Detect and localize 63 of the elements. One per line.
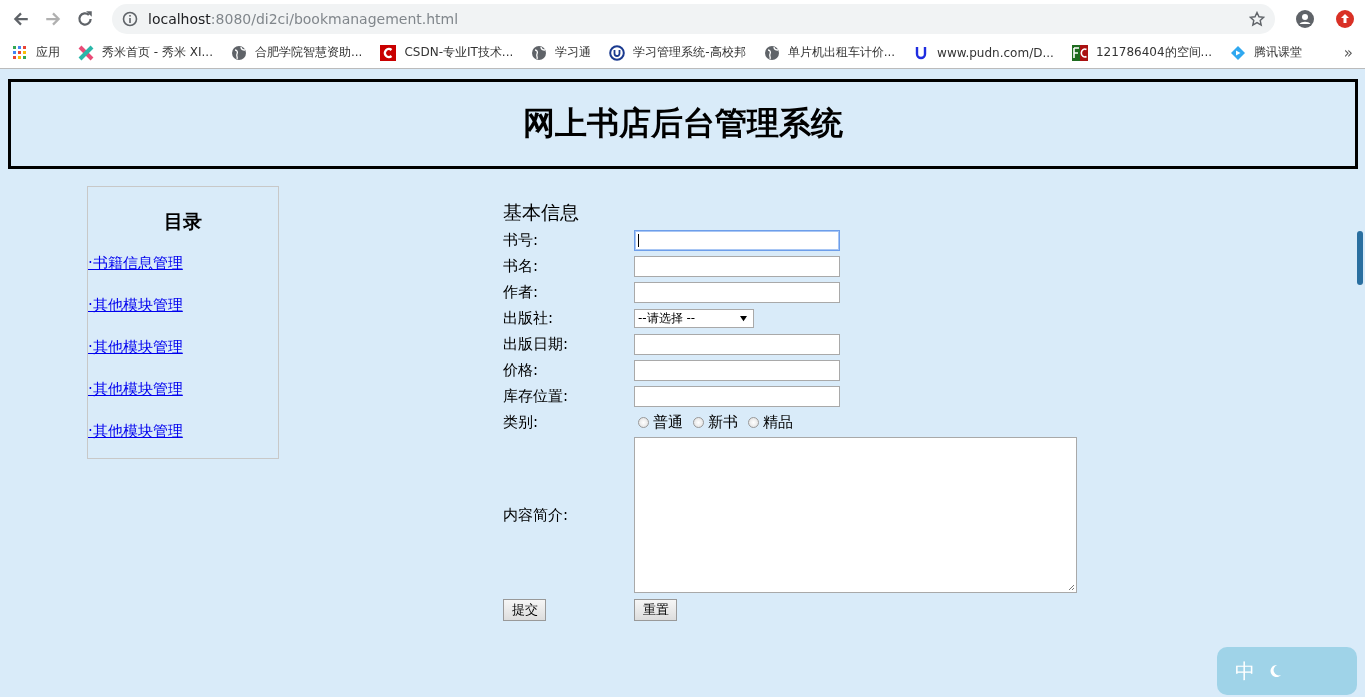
- sidebar-link[interactable]: ·其他模块管理: [88, 379, 183, 399]
- info-icon: [122, 10, 138, 27]
- input-field[interactable]: [634, 255, 840, 277]
- field-label: 库存位置:: [503, 386, 570, 406]
- dropdown-arrow-icon: [739, 314, 748, 322]
- field-label: 类别:: [503, 412, 540, 432]
- more-bookmarks[interactable]: »: [1343, 43, 1353, 62]
- apps-icon: [12, 44, 28, 61]
- field-label: 作者:: [503, 282, 540, 302]
- sidebar-link[interactable]: ·书籍信息管理: [88, 253, 183, 273]
- form-title: 基本信息: [503, 200, 580, 225]
- u-circle-icon: [609, 44, 626, 61]
- reload-icon[interactable]: [76, 9, 94, 28]
- radio-button[interactable]: [693, 416, 704, 428]
- sidebar-link[interactable]: ·其他模块管理: [88, 421, 183, 441]
- sidebar-link[interactable]: ·其他模块管理: [88, 337, 183, 357]
- cross-icon: [78, 44, 94, 61]
- radio-button[interactable]: [638, 416, 649, 428]
- radio-label: 普通: [653, 412, 683, 432]
- resize-handle-icon[interactable]: [1067, 583, 1075, 591]
- page-title: 网上书店后台管理系统: [523, 103, 843, 144]
- sidebar-link[interactable]: ·其他模块管理: [88, 295, 183, 315]
- bookmark[interactable]: 合肥学院智慧资助...: [231, 44, 363, 61]
- c-logo-icon: [380, 44, 397, 61]
- address-bar[interactable]: localhost:8080/di2ci/bookmanagement.html: [112, 3, 1275, 34]
- bookmark[interactable]: 应用: [12, 44, 60, 61]
- field-label: 书名:: [503, 256, 540, 276]
- field-label: 出版社:: [503, 308, 555, 328]
- radio-label: 新书: [708, 412, 738, 432]
- url-text: localhost:8080/di2ci/bookmanagement.html: [148, 10, 460, 27]
- field-label: 价格:: [503, 360, 540, 380]
- input-field[interactable]: [634, 229, 840, 251]
- bookmark[interactable]: www.pudn.com/D...: [913, 44, 1054, 61]
- globe-icon: [763, 44, 780, 61]
- update-icon[interactable]: [1335, 8, 1355, 29]
- input-field[interactable]: [634, 333, 840, 355]
- field-label: 内容简介:: [503, 505, 570, 525]
- bookmark[interactable]: CSDN-专业IT技术...: [380, 44, 514, 61]
- field-label: 出版日期:: [503, 334, 570, 354]
- radio-button[interactable]: [748, 416, 759, 428]
- input-field[interactable]: [634, 359, 840, 381]
- sidebar-title: 目录: [164, 209, 202, 234]
- dropdown[interactable]: --请选择 --: [634, 308, 754, 328]
- bookmark[interactable]: 秀米首页 - 秀米 XI...: [78, 44, 213, 61]
- globe-icon: [531, 44, 548, 61]
- star-icon[interactable]: [1249, 10, 1265, 27]
- profile-icon[interactable]: [1295, 8, 1315, 29]
- globe-icon: [231, 44, 247, 61]
- bookmark[interactable]: 学习通: [531, 44, 592, 61]
- scrollbar-thumb[interactable]: [1357, 231, 1363, 285]
- bookmark[interactable]: 腾讯课堂: [1230, 44, 1303, 61]
- field-label: 书号:: [503, 230, 540, 250]
- text-cursor: [638, 233, 639, 247]
- reset-button[interactable]: 重置: [634, 599, 677, 621]
- input-field[interactable]: [634, 281, 840, 303]
- bookmark[interactable]: 121786404的空间...: [1071, 44, 1213, 61]
- submit-button[interactable]: 提交: [503, 599, 546, 621]
- input-field[interactable]: [634, 385, 840, 407]
- fc-logo-icon: [1071, 44, 1088, 61]
- bookmark[interactable]: 单片机出租车计价...: [763, 44, 896, 61]
- diamond-icon: [1230, 44, 1247, 61]
- bookmark[interactable]: 学习管理系统-高校邦: [609, 44, 746, 61]
- radio-label: 精品: [763, 412, 793, 432]
